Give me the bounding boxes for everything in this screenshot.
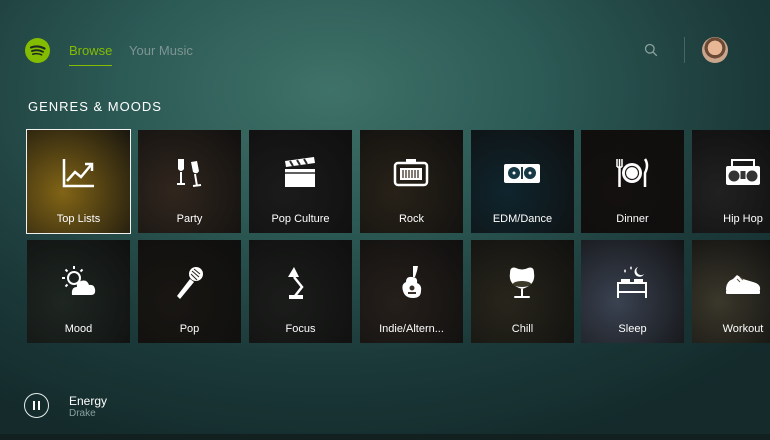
top-bar: Browse Your Music [0, 0, 770, 100]
progress-bar[interactable] [0, 434, 770, 440]
track-artist[interactable]: Drake [69, 408, 96, 419]
tile-label: Mood [64, 323, 93, 335]
tile-label: Focus [285, 323, 316, 335]
avatar[interactable] [702, 37, 728, 63]
header-divider [684, 37, 685, 63]
tab-your-music[interactable]: Your Music [129, 43, 193, 58]
genre-tile[interactable]: Chill [471, 240, 574, 343]
genre-tile[interactable]: Indie/Altern... [360, 240, 463, 343]
pause-button[interactable] [24, 393, 49, 418]
genre-tile[interactable]: EDM/Dance [471, 130, 574, 233]
tile-label: Pop [179, 323, 200, 335]
amplifier-icon [393, 159, 429, 187]
clapperboard-icon [285, 157, 315, 187]
genre-tile[interactable]: Rock [360, 130, 463, 233]
guitar-icon [402, 266, 422, 298]
bed-moon-icon [617, 266, 647, 298]
genre-tile[interactable]: Hip Hop [692, 130, 770, 233]
tile-label: Hip Hop [723, 213, 763, 225]
genre-tile[interactable]: Mood [27, 240, 130, 343]
tile-label: Dinner [616, 213, 649, 225]
pause-bar-right [38, 401, 40, 410]
genre-tile[interactable]: Focus [249, 240, 352, 343]
trending-up-icon [62, 159, 94, 188]
sneaker-icon [726, 275, 761, 294]
tile-label: Workout [722, 323, 764, 335]
tile-label: EDM/Dance [492, 213, 553, 225]
tile-label: Chill [511, 323, 534, 335]
turntables-icon [504, 164, 540, 183]
boombox-icon [726, 159, 760, 185]
tile-label: Pop Culture [271, 213, 330, 225]
section-title: GENRES & MOODS [28, 99, 162, 114]
tab-browse[interactable]: Browse [69, 43, 113, 66]
search-icon[interactable] [644, 43, 658, 57]
egg-chair-icon [509, 267, 535, 298]
genre-tile[interactable]: Pop [138, 240, 241, 343]
now-playing-bar: Energy Drake [0, 378, 770, 440]
genre-tile[interactable]: Top Lists [26, 129, 131, 234]
pause-bar-left [33, 401, 35, 410]
spotify-logo-icon[interactable] [25, 38, 50, 63]
microphone-icon [177, 267, 203, 299]
champagne-glasses-icon [177, 159, 202, 187]
tile-label: Party [176, 213, 203, 225]
tile-label: Top Lists [56, 213, 101, 225]
genre-tile[interactable]: Party [138, 130, 241, 233]
desk-lamp-icon [288, 267, 304, 299]
tile-label: Rock [398, 213, 425, 225]
track-title[interactable]: Energy [69, 394, 107, 408]
genre-tile[interactable]: Sleep [581, 240, 684, 343]
plate-cutlery-icon [616, 158, 649, 187]
genre-tile[interactable]: Dinner [581, 130, 684, 233]
tile-label: Sleep [618, 323, 647, 335]
sun-cloud-icon [62, 266, 96, 295]
genre-tile[interactable]: Pop Culture [249, 130, 352, 233]
genre-tile[interactable]: Workout [692, 240, 770, 343]
tile-label: Indie/Altern... [379, 323, 444, 335]
